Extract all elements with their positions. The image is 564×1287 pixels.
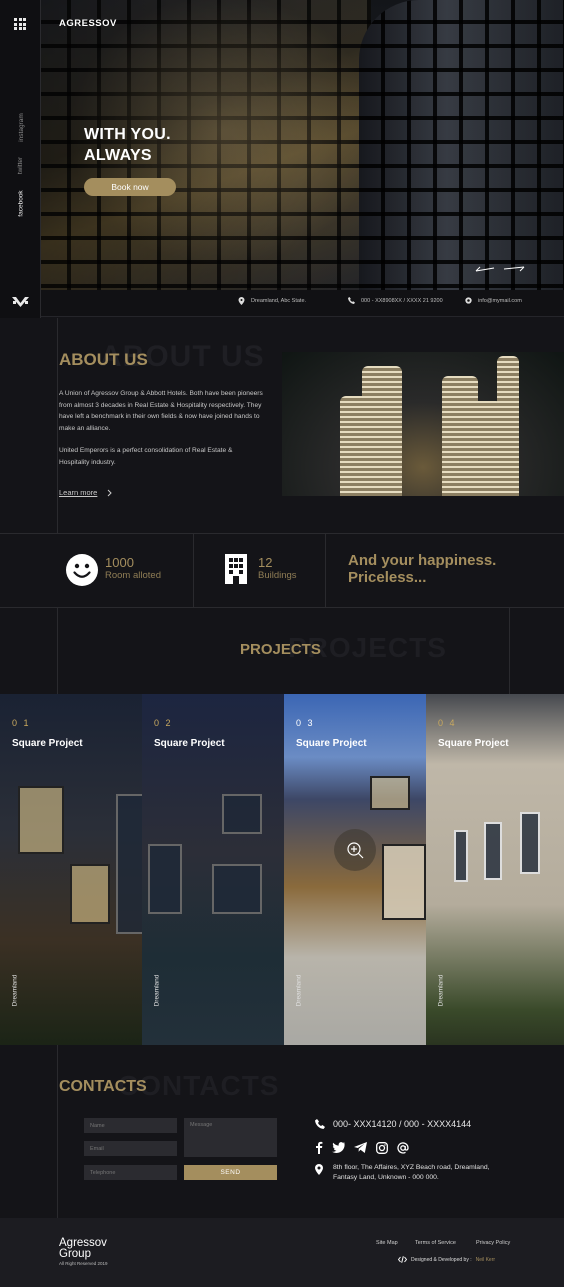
project-number: 0 2: [154, 718, 173, 728]
stat-buildings-value: 12: [258, 555, 273, 570]
book-now-button[interactable]: Book now: [84, 178, 176, 196]
phone-icon: [348, 297, 355, 304]
hero-title: WITH YOU. ALWAYS: [84, 126, 171, 164]
about-paragraph-2: United Emperors is a perfect consolidati…: [59, 447, 233, 466]
social-link-facebook[interactable]: facebook: [6, 158, 36, 248]
menu-grid-icon[interactable]: [14, 18, 26, 30]
address-line-1: 8th floor, The Affaires, XYZ Beach road,…: [333, 1164, 490, 1171]
zoom-in-icon: [347, 842, 364, 859]
learn-more-link[interactable]: Learn more: [59, 488, 113, 497]
email-icon: [465, 297, 472, 304]
stat-rooms-value: 1000: [105, 555, 134, 570]
project-title: Square Project: [154, 738, 225, 749]
address-line-2: Fantasy Land, Unknown - 000 000.: [333, 1174, 439, 1181]
email-input[interactable]: [84, 1141, 177, 1156]
brand-logo-icon[interactable]: [12, 297, 29, 307]
location-pin-icon: [238, 297, 245, 305]
contact-address: 8th floor, The Affaires, XYZ Beach road,…: [315, 1163, 490, 1183]
footer-link-privacy[interactable]: Privacy Policy: [476, 1240, 510, 1246]
telegram-icon[interactable]: [354, 1142, 367, 1153]
zoom-button[interactable]: [334, 829, 376, 871]
project-location: Dreamland: [437, 974, 445, 1006]
send-button[interactable]: SEND: [184, 1165, 277, 1180]
happiness-tagline: And your happiness. Priceless...: [348, 552, 497, 586]
about-paragraph-1: A Union of Agressov Group & Abbott Hotel…: [59, 390, 263, 432]
at-sign-icon[interactable]: [397, 1141, 409, 1154]
about-city-image: [282, 352, 564, 496]
instagram-icon[interactable]: [376, 1141, 388, 1154]
smiley-icon: [66, 554, 98, 586]
stat-rooms-label: Room alloted: [105, 570, 161, 581]
footer-link-site-map[interactable]: Site Map: [376, 1240, 398, 1246]
name-input[interactable]: [84, 1118, 177, 1133]
info-phone-text: 000 - XX8908XX / XXXX 21 9200: [361, 297, 443, 304]
info-email-text: info@mymail.com: [478, 297, 522, 304]
footer-copyright: All Right Reserved 2019: [59, 1261, 108, 1266]
chevron-right-icon: [108, 489, 113, 496]
section-divider-line: [57, 318, 58, 533]
project-location: Dreamland: [11, 974, 19, 1006]
message-textarea[interactable]: [184, 1118, 277, 1157]
project-card-1[interactable]: 0 1 Square Project Dreamland: [0, 694, 142, 1045]
telephone-input[interactable]: [84, 1165, 177, 1180]
stat-buildings: 12 Buildings: [258, 555, 297, 581]
credit-name[interactable]: Neil Kerr: [476, 1257, 495, 1263]
slider-arrows[interactable]: [474, 264, 526, 274]
project-location: Dreamland: [295, 974, 303, 1006]
phone-icon: [315, 1119, 325, 1129]
contact-phone[interactable]: 000- XXX14120 / 000 - XXXX4144: [315, 1119, 471, 1129]
credit-prefix: Designed & Developed by :: [411, 1256, 472, 1263]
projects-title: PROJECTS: [240, 641, 321, 658]
location-pin-icon: [315, 1164, 323, 1175]
stats-divider: [325, 533, 326, 608]
section-divider-line: [509, 608, 510, 694]
footer-brand[interactable]: Agressov Group: [59, 1237, 107, 1260]
building-icon: [225, 554, 247, 584]
stats-divider: [193, 533, 194, 608]
brand-name[interactable]: AGRESSOV: [59, 18, 117, 29]
code-icon: [398, 1256, 407, 1263]
project-title: Square Project: [296, 738, 367, 749]
twitter-icon[interactable]: [332, 1142, 345, 1153]
contact-phone-text: 000- XXX14120 / 000 - XXXX4144: [333, 1119, 472, 1129]
project-card-2[interactable]: 0 2 Square Project Dreamland: [142, 694, 284, 1045]
prev-arrow-icon: [475, 266, 495, 272]
about-title: ABOUT US: [59, 350, 148, 369]
social-links: [315, 1141, 409, 1154]
facebook-icon[interactable]: [315, 1141, 323, 1154]
project-location: Dreamland: [153, 974, 161, 1006]
stat-buildings-label: Buildings: [258, 570, 297, 581]
project-title: Square Project: [438, 738, 509, 749]
info-address: Dreamland, Abc State.: [238, 297, 306, 305]
project-card-4[interactable]: 0 4 Square Project Dreamland: [426, 694, 564, 1045]
stat-rooms: 1000 Room alloted: [105, 555, 161, 581]
learn-more-label: Learn more: [59, 488, 98, 497]
project-number: 0 1: [12, 718, 31, 728]
info-email[interactable]: info@mymail.com: [465, 297, 522, 304]
contacts-title: CONTACTS: [59, 1078, 147, 1095]
project-title: Square Project: [12, 738, 83, 749]
section-divider-line: [57, 1045, 58, 1218]
project-number: 0 3: [296, 718, 315, 728]
footer-credit: Designed & Developed by : Neil Kerr: [398, 1256, 495, 1263]
next-arrow-icon: [503, 266, 525, 272]
section-divider-line: [57, 608, 58, 694]
project-number: 0 4: [438, 718, 457, 728]
info-phone[interactable]: 000 - XX8908XX / XXXX 21 9200: [348, 297, 443, 304]
footer-link-terms[interactable]: Terms of Service: [415, 1240, 456, 1246]
info-address-text: Dreamland, Abc State.: [251, 298, 307, 304]
